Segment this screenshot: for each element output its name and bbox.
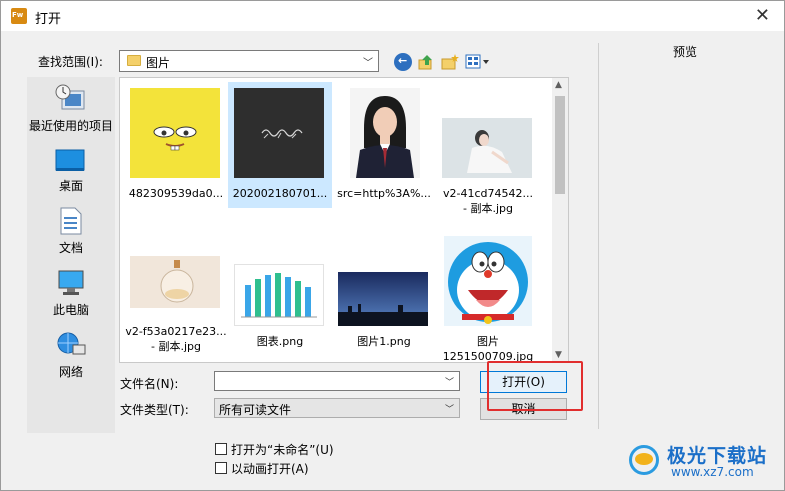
open-animation-checkbox[interactable] bbox=[215, 462, 227, 474]
look-in-value: 图片 bbox=[146, 56, 171, 70]
up-folder-icon[interactable] bbox=[417, 53, 435, 71]
place-label: 文档 bbox=[58, 241, 83, 255]
place-network[interactable]: 网络 bbox=[27, 329, 115, 379]
file-item[interactable]: src=http%3A%... bbox=[332, 82, 436, 208]
file-item[interactable]: 482309539da0... bbox=[124, 82, 228, 208]
file-name: src=http%3A%... bbox=[337, 187, 431, 200]
place-label: 网络 bbox=[58, 365, 83, 379]
preview-divider bbox=[598, 43, 599, 429]
chevron-down-icon: ﹀ bbox=[444, 405, 454, 415]
back-icon[interactable]: ← bbox=[394, 53, 412, 71]
thumbnail-bar-chart bbox=[234, 264, 324, 326]
file-item[interactable]: 202002180701... bbox=[228, 82, 332, 208]
scroll-thumb[interactable] bbox=[555, 96, 565, 194]
filename-input[interactable]: ﹀ bbox=[214, 371, 460, 391]
place-documents[interactable]: 文档 bbox=[27, 205, 115, 255]
filetype-value: 所有可读文件 bbox=[219, 403, 292, 417]
file-item[interactable]: v2-f53a0217e23... - 副本.jpg bbox=[124, 220, 228, 360]
dialog-title: 打开 bbox=[35, 12, 62, 27]
new-folder-icon[interactable] bbox=[441, 53, 459, 71]
file-name: 图表.png bbox=[256, 335, 304, 348]
place-desktop[interactable]: 桌面 bbox=[27, 145, 115, 193]
fireworks-app-icon: Fw bbox=[11, 8, 27, 24]
thumbnail-glass-bottle bbox=[130, 256, 220, 308]
vertical-scrollbar[interactable]: ▲ ▼ bbox=[552, 78, 568, 362]
filetype-select[interactable]: 所有可读文件 ﹀ bbox=[214, 398, 460, 418]
filename-label: 文件名(N): bbox=[120, 377, 179, 391]
file-name: 482309539da0... bbox=[128, 187, 224, 200]
file-item[interactable]: 图表.png bbox=[228, 220, 332, 360]
open-animation-label: 以动画打开(A) bbox=[231, 462, 309, 476]
preview-label: 预览 bbox=[673, 45, 698, 59]
place-this-pc[interactable]: 此电脑 bbox=[27, 267, 115, 317]
places-bar: 最近使用的项目 桌面 文档 此电脑 网络 bbox=[27, 77, 115, 433]
file-name-line2: - 副本.jpg bbox=[151, 340, 201, 353]
file-name-line2: - 副本.jpg bbox=[463, 202, 513, 215]
close-icon[interactable]: ✕ bbox=[755, 5, 770, 26]
watermark-url: www.xz7.com bbox=[671, 465, 754, 479]
thumbnail-spongebob bbox=[130, 88, 220, 178]
file-name: 202002180701... bbox=[232, 187, 328, 200]
watermark-title: 极光下载站 bbox=[667, 445, 768, 467]
file-name: v2-41cd74542... bbox=[443, 187, 533, 200]
file-name: v2-f53a0217e23... bbox=[125, 325, 227, 338]
scroll-down-icon[interactable]: ▼ bbox=[555, 350, 562, 360]
filetype-label: 文件类型(T): bbox=[120, 403, 189, 417]
file-item[interactable]: 图片 1251500709.jpg bbox=[436, 220, 540, 362]
chevron-down-icon: ﹀ bbox=[363, 58, 373, 69]
chevron-down-icon[interactable]: ﹀ bbox=[445, 375, 454, 388]
look-in-label: 查找范围(I): bbox=[38, 55, 103, 69]
recent-icon bbox=[54, 83, 86, 116]
file-item[interactable]: 图片1.png bbox=[332, 220, 436, 360]
thumbnail-night-sky bbox=[338, 272, 428, 326]
file-list[interactable]: 482309539da0... 202002180701... src=http… bbox=[119, 77, 569, 363]
thumbnail-doraemon bbox=[444, 236, 532, 326]
watermark: 极光下载站 www.xz7.com bbox=[623, 441, 783, 485]
place-label: 最近使用的项目 bbox=[28, 119, 113, 133]
open-dialog: Fw 打开 ✕ 查找范围(I): 图片 ﹀ ← 最近使用的项目 桌面 文档 此电… bbox=[0, 0, 785, 491]
watermark-logo-accent bbox=[635, 453, 653, 465]
place-label: 桌面 bbox=[58, 179, 83, 193]
open-untitled-label: 打开为“未命名”(U) bbox=[231, 443, 334, 457]
file-item[interactable]: v2-41cd74542... - 副本.jpg bbox=[436, 82, 540, 216]
documents-icon bbox=[59, 207, 83, 238]
highlight-annotation bbox=[487, 361, 583, 411]
view-menu-icon[interactable] bbox=[465, 53, 491, 71]
desktop-icon bbox=[55, 149, 85, 176]
title-bar: Fw 打开 ✕ bbox=[1, 1, 784, 31]
look-in-dropdown[interactable]: 图片 ﹀ bbox=[119, 50, 379, 72]
scroll-up-icon[interactable]: ▲ bbox=[555, 80, 562, 90]
place-label: 此电脑 bbox=[52, 303, 89, 317]
thumbnail-portrait bbox=[350, 88, 420, 178]
folder-icon bbox=[127, 55, 141, 66]
network-icon bbox=[55, 331, 87, 362]
place-recent[interactable]: 最近使用的项目 bbox=[27, 81, 115, 133]
thumbnail-calligraphy bbox=[234, 88, 324, 178]
file-name: 图片 bbox=[477, 335, 499, 348]
open-untitled-checkbox[interactable] bbox=[215, 443, 227, 455]
thumbnail-woman-photo bbox=[442, 118, 532, 178]
computer-icon bbox=[55, 269, 87, 300]
file-name: 图片1.png bbox=[357, 335, 411, 348]
